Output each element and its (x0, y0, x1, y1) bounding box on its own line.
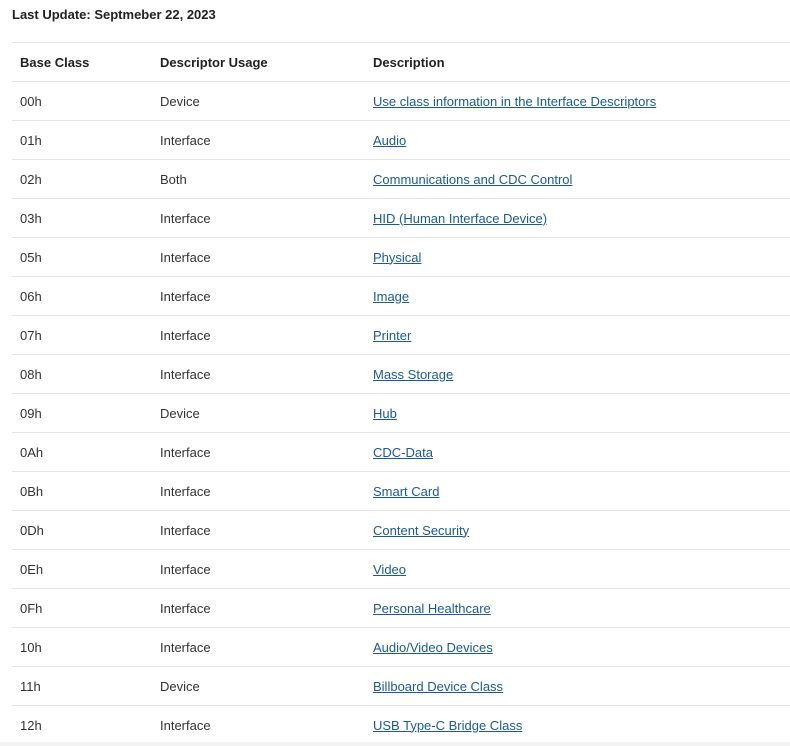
description-cell: Smart Card (365, 471, 790, 511)
description-link[interactable]: Use class information in the Interface D… (373, 94, 656, 109)
table-row: 08h Interface Mass Storage (12, 354, 790, 394)
descriptor-usage-cell: Interface (152, 705, 365, 745)
column-header-descriptor-usage: Descriptor Usage (152, 42, 365, 82)
description-link[interactable]: Video (373, 562, 406, 577)
description-link[interactable]: CDC-Data (373, 445, 433, 460)
description-link[interactable]: Audio (373, 133, 406, 148)
base-class-cell: 11h (12, 666, 152, 706)
descriptor-usage-cell: Interface (152, 627, 365, 667)
base-class-cell: 10h (12, 627, 152, 667)
base-class-cell: 0Dh (12, 510, 152, 550)
description-cell: Hub (365, 393, 790, 433)
base-class-cell: 0Fh (12, 588, 152, 628)
base-class-cell: 06h (12, 276, 152, 316)
description-cell: HID (Human Interface Device) (365, 198, 790, 238)
table-body: 00h Device Use class information in the In… (12, 81, 790, 745)
description-cell: Image (365, 276, 790, 316)
table-row: 00h Device Use class information in the In… (12, 81, 790, 121)
descriptor-usage-cell: Interface (152, 588, 365, 628)
description-link[interactable]: Audio/Video Devices (373, 640, 493, 655)
description-link[interactable]: USB Type-C Bridge Class (373, 718, 522, 733)
descriptor-usage-cell: Interface (152, 237, 365, 277)
description-link[interactable]: Mass Storage (373, 367, 453, 382)
description-link[interactable]: Image (373, 289, 409, 304)
descriptor-usage-cell: Device (152, 81, 365, 121)
description-link[interactable]: Printer (373, 328, 411, 343)
base-class-cell: 00h (12, 81, 152, 121)
base-class-cell: 05h (12, 237, 152, 277)
description-link[interactable]: Billboard Device Class (373, 679, 503, 694)
table-row: 07h Interface Printer (12, 315, 790, 355)
descriptor-usage-cell: Device (152, 393, 365, 433)
descriptor-usage-cell: Both (152, 159, 365, 199)
descriptor-usage-cell: Interface (152, 276, 365, 316)
table-row: 0Fh Interface Personal Healthcare (12, 588, 790, 628)
description-cell: USB Type-C Bridge Class (365, 705, 790, 745)
descriptor-usage-cell: Interface (152, 354, 365, 394)
description-link[interactable]: Personal Healthcare (373, 601, 491, 616)
description-link[interactable]: Smart Card (373, 484, 439, 499)
description-cell: Video (365, 549, 790, 589)
description-cell: Billboard Device Class (365, 666, 790, 706)
description-cell: Use class information in the Interface D… (365, 81, 790, 121)
table-row: 11h Device Billboard Device Class (12, 666, 790, 706)
description-cell: Communications and CDC Control (365, 159, 790, 199)
table-row: 01h Interface Audio (12, 120, 790, 160)
descriptor-usage-cell: Interface (152, 120, 365, 160)
descriptor-usage-cell: Interface (152, 432, 365, 472)
base-class-cell: 02h (12, 159, 152, 199)
description-cell: CDC-Data (365, 432, 790, 472)
base-class-cell: 03h (12, 198, 152, 238)
table-row: 09h Device Hub (12, 393, 790, 433)
table-row: 03h Interface HID (Human Interface Device) (12, 198, 790, 238)
descriptor-usage-cell: Interface (152, 198, 365, 238)
base-class-cell: 09h (12, 393, 152, 433)
base-class-cell: 08h (12, 354, 152, 394)
description-link[interactable]: Content Security (373, 523, 469, 538)
descriptor-usage-cell: Interface (152, 471, 365, 511)
description-link[interactable]: Hub (373, 406, 397, 421)
description-cell: Audio/Video Devices (365, 627, 790, 667)
table-header-row: Base Class Descriptor Usage Description (12, 42, 790, 82)
base-class-cell: 01h (12, 120, 152, 160)
table-row: 0Bh Interface Smart Card (12, 471, 790, 511)
table-row: 10h Interface Audio/Video Devices (12, 627, 790, 667)
description-cell: Physical (365, 237, 790, 277)
table-row: 12h Interface USB Type-C Bridge Class (12, 705, 790, 745)
table-row: 0Eh Interface Video (12, 549, 790, 589)
description-cell: Mass Storage (365, 354, 790, 394)
base-class-cell: 12h (12, 705, 152, 745)
descriptor-usage-cell: Interface (152, 315, 365, 355)
description-cell: Personal Healthcare (365, 588, 790, 628)
column-header-description: Description (365, 42, 790, 82)
description-link[interactable]: HID (Human Interface Device) (373, 211, 547, 226)
base-class-cell: 0Eh (12, 549, 152, 589)
table-row: 05h Interface Physical (12, 237, 790, 277)
last-update-label: Last Update: Septmeber 22, 2023 (12, 7, 216, 22)
table-row: 02h Both Communications and CDC Control (12, 159, 790, 199)
base-class-cell: 0Bh (12, 471, 152, 511)
descriptor-usage-cell: Device (152, 666, 365, 706)
page-bottom-edge (0, 742, 790, 746)
description-link[interactable]: Communications and CDC Control (373, 172, 572, 187)
base-class-cell: 0Ah (12, 432, 152, 472)
descriptor-usage-cell: Interface (152, 510, 365, 550)
base-class-cell: 07h (12, 315, 152, 355)
description-cell: Printer (365, 315, 790, 355)
column-header-base-class: Base Class (12, 42, 152, 82)
descriptor-usage-cell: Interface (152, 549, 365, 589)
table-row: 0Dh Interface Content Security (12, 510, 790, 550)
table-row: 0Ah Interface CDC-Data (12, 432, 790, 472)
description-cell: Content Security (365, 510, 790, 550)
table-row: 06h Interface Image (12, 276, 790, 316)
description-link[interactable]: Physical (373, 250, 421, 265)
description-cell: Audio (365, 120, 790, 160)
usb-class-codes-table: Base Class Descriptor Usage Description … (12, 42, 790, 745)
